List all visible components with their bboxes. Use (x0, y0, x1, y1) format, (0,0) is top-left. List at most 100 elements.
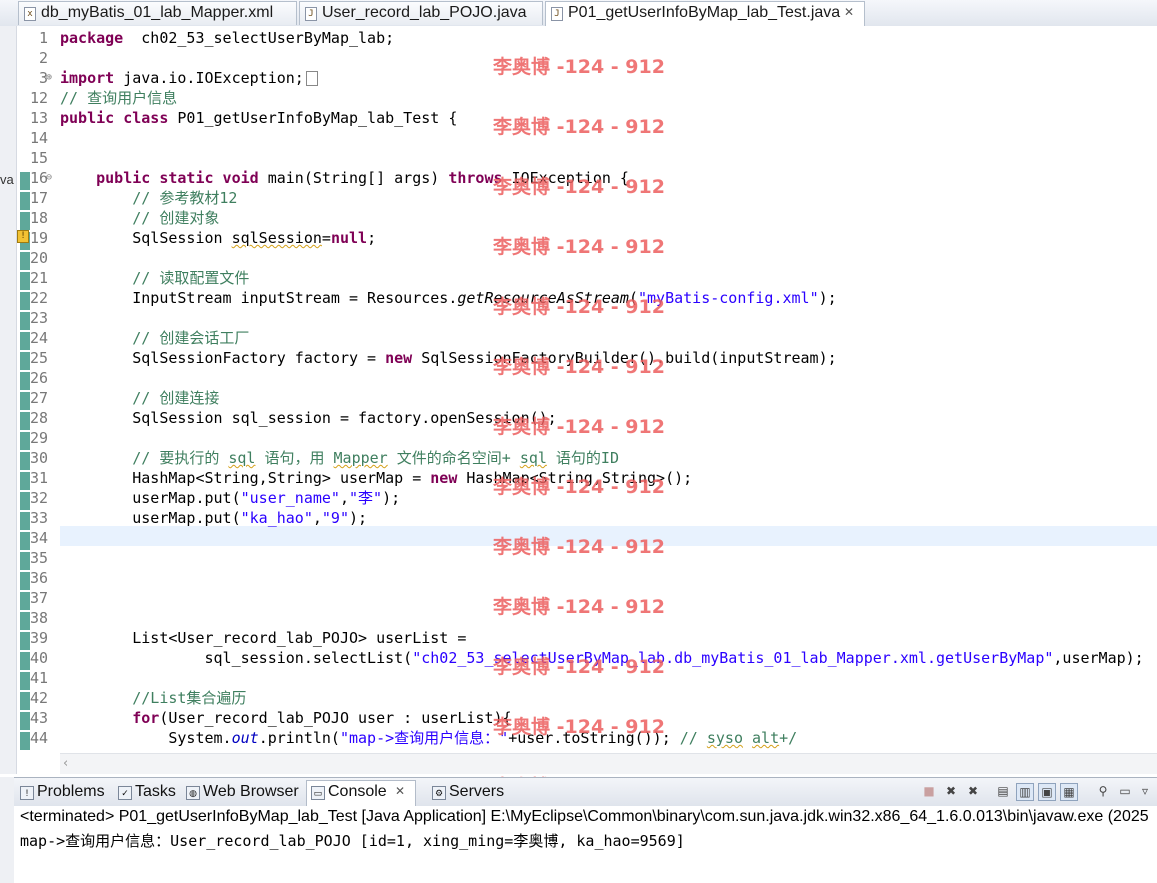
console-output[interactable]: <terminated> P01_getUserInfoByMap_lab_Te… (14, 806, 1157, 883)
code-line[interactable]: 26 (0, 368, 1157, 388)
code-line[interactable]: 2 (0, 48, 1157, 68)
line-number: 34 (29, 529, 48, 547)
code-editor[interactable]: va ! 1 package ch02_53_selectUserByMap_la… (0, 26, 1157, 858)
code-line[interactable]: 25 SqlSessionFactory factory = new SqlSe… (0, 348, 1157, 368)
code-token: (User_record_lab_POJO user : userList){ (159, 709, 512, 727)
code-line[interactable]: 18 // 创建对象 (0, 208, 1157, 228)
code-line[interactable]: 28 SqlSession sql_session = factory.open… (0, 408, 1157, 428)
code-line[interactable]: 14 (0, 128, 1157, 148)
terminate-icon[interactable]: ■ (920, 783, 938, 801)
code-line[interactable]: 16 ⊖ public static void main(String[] arg… (0, 168, 1157, 188)
show-stdout-icon[interactable]: ▣ (1038, 783, 1056, 801)
code-text: // 创建会话工厂 (60, 328, 249, 348)
tab-console[interactable]: ▭ Console ✕ (306, 780, 416, 806)
code-line[interactable]: 34 (0, 528, 1157, 548)
code-line[interactable]: 38 (0, 608, 1157, 628)
code-token: java.io.IOException; (114, 69, 304, 87)
tab-servers[interactable]: ⚙ Servers (428, 781, 512, 805)
close-icon[interactable]: ✕ (844, 5, 854, 19)
code-line[interactable]: 39 List<User_record_lab_POJO> userList = (0, 628, 1157, 648)
code-line[interactable]: 24 // 创建会话工厂 (0, 328, 1157, 348)
code-token: +user.toString()); (508, 729, 680, 747)
code-line[interactable]: 29 (0, 428, 1157, 448)
code-line[interactable]: 32 userMap.put("user_name","李"); (0, 488, 1157, 508)
tab-test-java[interactable]: J P01_getUserInfoByMap_lab_Test.java ✕ (545, 1, 865, 27)
code-line[interactable]: 35 (0, 548, 1157, 568)
line-number: 29 (29, 429, 48, 447)
code-line[interactable]: 41 (0, 668, 1157, 688)
line-number: 39 (29, 629, 48, 647)
tab-web-browser[interactable]: ◍ Web Browser (182, 781, 306, 805)
code-line[interactable]: 37 (0, 588, 1157, 608)
code-line[interactable]: 43 for(User_record_lab_POJO user : userL… (0, 708, 1157, 728)
code-line[interactable]: 42 //List集合遍历 (0, 688, 1157, 708)
line-number: 41 (29, 669, 48, 687)
code-line[interactable]: 31 HashMap<String,String> userMap = new … (0, 468, 1157, 488)
display-console-icon[interactable]: ▭ (1116, 783, 1134, 801)
code-line[interactable]: 15 (0, 148, 1157, 168)
code-token: HashMap<String,String>(); (457, 469, 693, 487)
code-line[interactable]: 12 // 查询用户信息 (0, 88, 1157, 108)
editor-tab-bar: x db_myBatis_01_lab_Mapper.xml J User_re… (0, 0, 1157, 27)
line-number: 14 (29, 129, 48, 147)
code-line[interactable]: 20 (0, 248, 1157, 268)
folded-imports-icon[interactable] (305, 71, 318, 86)
code-text: // 读取配置文件 (60, 268, 249, 288)
code-text: List<User_record_lab_POJO> userList = (60, 628, 466, 648)
code-line[interactable]: 19 SqlSession sqlSession=null; (0, 228, 1157, 248)
code-line[interactable]: 44 System.out.println("map->查询用户信息："+use… (0, 728, 1157, 748)
tab-tasks[interactable]: ✓ Tasks (114, 781, 180, 805)
code-line[interactable]: 21 // 读取配置文件 (0, 268, 1157, 288)
horizontal-scrollbar[interactable]: ‹ (60, 753, 1157, 774)
code-token: 文件的命名空间+ (387, 449, 520, 467)
line-number: 13 (29, 109, 48, 127)
code-token: ( (628, 289, 638, 307)
line-number: 20 (29, 249, 48, 267)
xml-file-icon: x (24, 7, 36, 21)
open-console-icon[interactable]: ▿ (1136, 783, 1154, 801)
line-number: 1 (38, 29, 48, 47)
code-line[interactable]: 22 InputStream inputStream = Resources.g… (0, 288, 1157, 308)
code-token: HashMap<String,String> userMap = (60, 469, 431, 487)
code-line[interactable]: 23 (0, 308, 1157, 328)
code-line[interactable]: 13 public class P01_getUserInfoByMap_lab_… (0, 108, 1157, 128)
clear-console-icon[interactable]: ▤ (994, 783, 1012, 801)
remove-all-icon[interactable]: ✖ (964, 783, 982, 801)
expand-fold-icon[interactable]: ⊕ (46, 68, 52, 88)
collapse-fold-icon[interactable]: ⊖ (46, 168, 52, 188)
line-number: 25 (29, 349, 48, 367)
code-line[interactable]: 30 // 要执行的 sql 语句，用 Mapper 文件的命名空间+ sql … (0, 448, 1157, 468)
tab-label: Tasks (135, 783, 176, 800)
tab-mapper-xml[interactable]: x db_myBatis_01_lab_Mapper.xml (18, 1, 297, 25)
scroll-left-icon[interactable]: ‹ (63, 754, 68, 774)
code-line[interactable]: 33 userMap.put("ka_hao","9"); (0, 508, 1157, 528)
pin-console-icon[interactable]: ⚲ (1094, 783, 1112, 801)
remove-launch-icon[interactable]: ✖ (942, 783, 960, 801)
code-text: sql_session.selectList("ch02_53_selectUs… (60, 648, 1143, 668)
code-text: SqlSession sql_session = factory.openSes… (60, 408, 556, 428)
scroll-lock-icon[interactable]: ▥ (1016, 783, 1034, 801)
code-token: // 创建会话工厂 (132, 329, 250, 347)
code-line[interactable]: 17 // 参考教材12 (0, 188, 1157, 208)
code-line[interactable]: 27 // 创建连接 (0, 388, 1157, 408)
line-number: 33 (29, 509, 48, 527)
close-icon[interactable]: ✕ (395, 784, 405, 798)
code-line[interactable]: 3 ⊕ import java.io.IOException; (0, 68, 1157, 88)
code-token: List<User_record_lab_POJO> userList = (60, 629, 467, 647)
tab-label: Web Browser (203, 783, 299, 800)
line-number: 15 (29, 149, 48, 167)
code-line[interactable]: 1 package ch02_53_selectUserByMap_lab; (0, 28, 1157, 48)
code-line[interactable]: 40 sql_session.selectList("ch02_53_selec… (0, 648, 1157, 668)
code-line[interactable]: 36 (0, 568, 1157, 588)
show-stderr-icon[interactable]: ▦ (1060, 783, 1078, 801)
tab-problems[interactable]: ! Problems (16, 781, 112, 805)
code-token: // 查询用户信息 (60, 89, 178, 107)
line-number: 2 (38, 49, 48, 67)
code-text: for(User_record_lab_POJO user : userList… (60, 708, 512, 728)
tab-pojo-java[interactable]: J User_record_lab_POJO.java (299, 1, 543, 25)
code-text: InputStream inputStream = Resources.getR… (60, 288, 836, 308)
